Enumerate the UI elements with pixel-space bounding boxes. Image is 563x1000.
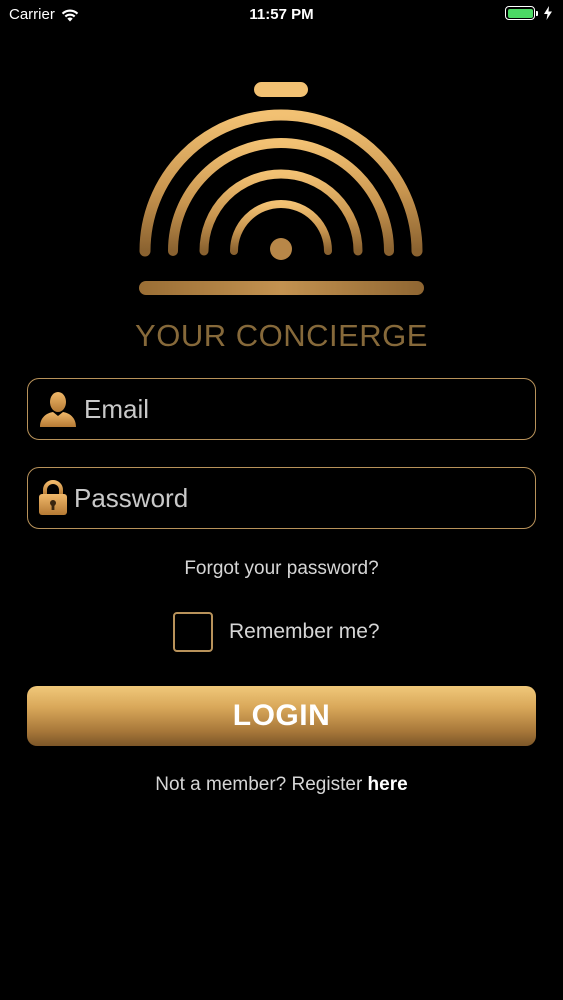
- password-input[interactable]: [70, 467, 535, 529]
- register-prompt: Not a member? Register here: [0, 774, 563, 796]
- email-field[interactable]: [27, 378, 536, 440]
- remember-me[interactable]: Remember me?: [173, 612, 380, 652]
- status-bar: Carrier 11:57 PM: [0, 0, 563, 30]
- lock-icon: [36, 476, 70, 520]
- remember-me-checkbox[interactable]: [173, 612, 213, 652]
- battery-fill: [507, 8, 533, 18]
- register-prefix: Not a member? Register: [155, 774, 368, 795]
- charging-bolt-icon: [544, 6, 552, 20]
- status-time: 11:57 PM: [249, 6, 314, 23]
- battery-icon: [505, 6, 538, 20]
- remember-me-label: Remember me?: [229, 620, 380, 643]
- register-link[interactable]: here: [368, 774, 408, 795]
- login-button[interactable]: LOGIN: [27, 686, 536, 746]
- status-right: [505, 6, 553, 20]
- forgot-password-link[interactable]: Forgot your password?: [0, 558, 563, 580]
- user-icon: [36, 387, 80, 431]
- concierge-bell-icon: [139, 82, 424, 295]
- password-field[interactable]: [27, 467, 536, 529]
- email-input[interactable]: [80, 378, 535, 440]
- brand-name: YOUR CONCIERGE: [135, 318, 428, 353]
